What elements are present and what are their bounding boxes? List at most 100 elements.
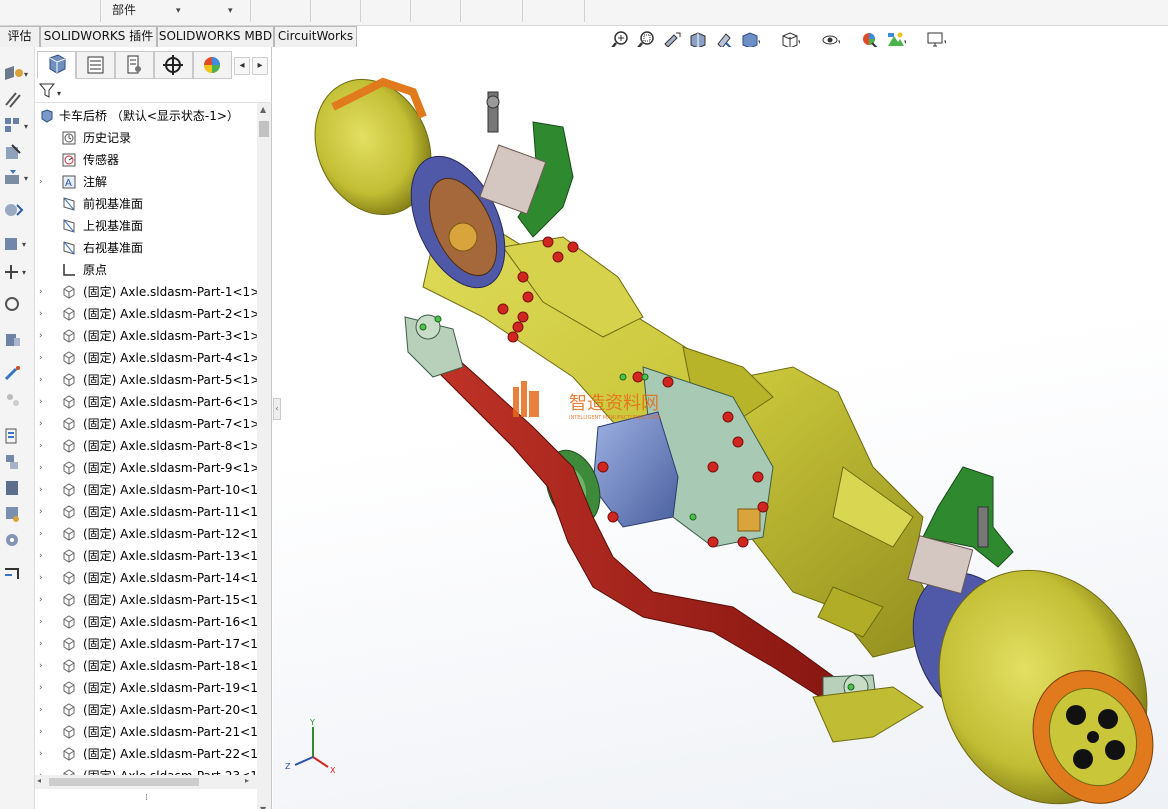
tree-horizontal-scrollbar[interactable]: ◂ ▸ (35, 775, 257, 789)
tree-item[interactable]: › (固定) Axle.sldasm-Part-13<1> (35, 545, 257, 567)
tree-item[interactable]: › (固定) Axle.sldasm-Part-2<1> (35, 303, 257, 325)
scroll-down-icon[interactable]: ▼ (260, 805, 266, 809)
ribbon-button-cut[interactable] (0, 0, 30, 22)
expand-arrow-icon[interactable]: › (39, 457, 49, 479)
expand-arrow-icon[interactable]: › (39, 391, 49, 413)
expand-arrow-icon[interactable]: › (39, 501, 49, 523)
scrollbar-thumb[interactable] (259, 121, 269, 137)
tree-item[interactable]: › (固定) Axle.sldasm-Part-4<1> (35, 347, 257, 369)
tab-circuitworks[interactable]: CircuitWorks (274, 26, 357, 47)
tree-vertical-scrollbar[interactable]: ▲ ▼ (257, 103, 271, 809)
tab-display-manager[interactable] (193, 51, 232, 79)
show-hidden-icon[interactable]: ▾ (2, 233, 30, 255)
scroll-up-icon[interactable]: ▲ (260, 105, 266, 114)
expand-arrow-icon[interactable]: › (39, 545, 49, 567)
tree-item[interactable]: › (固定) Axle.sldasm-Part-7<1> (35, 413, 257, 435)
insert-component-icon[interactable]: ▾ (2, 167, 30, 189)
tab-dimxpert-manager[interactable] (154, 51, 193, 79)
lower-arm[interactable] (812, 686, 924, 743)
expand-arrow-icon[interactable]: › (39, 347, 49, 369)
interference-detection-icon[interactable] (2, 477, 30, 499)
move-component-icon[interactable] (2, 199, 30, 221)
expand-arrow-icon[interactable]: › (39, 171, 49, 193)
tree-item[interactable]: 原点 (35, 259, 257, 281)
graphics-area[interactable]: 智造资料网 INTELLIGENT MANUFACTURING DATA Y X… (273, 47, 1168, 809)
tree-item[interactable]: › (固定) Axle.sldasm-Part-12<1> (35, 523, 257, 545)
tree-item[interactable]: › (固定) Axle.sldasm-Part-8<1> (35, 435, 257, 457)
right-bracket[interactable] (907, 466, 1014, 595)
expand-arrow-icon[interactable]: › (39, 413, 49, 435)
tree-item[interactable]: › (固定) Axle.sldasm-Part-18<1> (35, 655, 257, 677)
panel-collapse-handle[interactable]: ‹ (273, 398, 281, 420)
tree-item[interactable]: › (固定) Axle.sldasm-Part-17<1> (35, 633, 257, 655)
tree-item[interactable]: 传感器 (35, 149, 257, 171)
exploded-view-icon[interactable] (2, 329, 30, 351)
tab-property-manager[interactable] (76, 51, 115, 79)
instant3d-icon[interactable] (2, 363, 30, 385)
filter-icon[interactable]: ▾ (39, 83, 65, 99)
tab-solidworks-mbd[interactable]: SOLIDWORKS MBD (157, 26, 274, 47)
expand-arrow-icon[interactable]: › (39, 435, 49, 457)
reference-geometry-icon[interactable]: ▾ (2, 261, 30, 283)
expand-arrow-icon[interactable]: › (39, 567, 49, 589)
tab-evaluate[interactable]: 评估 (0, 26, 40, 47)
ribbon-assembly-label[interactable]: 部件 (112, 1, 136, 23)
tab-feature-manager[interactable] (37, 51, 76, 79)
tree-item[interactable]: › (固定) Axle.sldasm-Part-1<1> (35, 281, 257, 303)
tree-item[interactable]: › (固定) Axle.sldasm-Part-10<1> (35, 479, 257, 501)
expand-arrow-icon[interactable]: › (39, 369, 49, 391)
tree-item[interactable]: › (固定) Axle.sldasm-Part-16<1> (35, 611, 257, 633)
expand-arrow-icon[interactable]: › (39, 479, 49, 501)
tree-item[interactable]: › (固定) Axle.sldasm-Part-14<1> (35, 567, 257, 589)
tree-item[interactable]: › (固定) Axle.sldasm-Part-22<1> (35, 743, 257, 765)
expand-arrow-icon[interactable]: › (39, 281, 49, 303)
update-speedpak-icon[interactable] (2, 389, 30, 411)
expand-arrow-icon[interactable]: › (39, 699, 49, 721)
tree-item[interactable]: › (固定) Axle.sldasm-Part-3<1> (35, 325, 257, 347)
expand-arrow-icon[interactable]: › (39, 655, 49, 677)
tree-item[interactable]: 历史记录 (35, 127, 257, 149)
bill-of-materials-icon[interactable] (2, 293, 30, 315)
expand-arrow-icon[interactable]: › (39, 523, 49, 545)
smart-mates-icon[interactable]: ▾ (2, 63, 30, 85)
tree-item[interactable]: 前视基准面 (35, 193, 257, 215)
tree-item[interactable]: › (固定) Axle.sldasm-Part-11<1> (35, 501, 257, 523)
tab-configuration-manager[interactable] (115, 51, 154, 79)
panel-resize-grip-icon[interactable]: ⁞ (145, 793, 148, 803)
expand-arrow-icon[interactable]: › (39, 611, 49, 633)
expand-arrow-icon[interactable]: › (39, 721, 49, 743)
hole-alignment-icon[interactable] (2, 529, 30, 551)
large-assembly-mode-icon[interactable] (2, 451, 30, 473)
component-pattern-icon[interactable]: ▾ (2, 115, 30, 137)
expand-arrow-icon[interactable]: › (39, 303, 49, 325)
tree-item[interactable]: › (固定) Axle.sldasm-Part-9<1> (35, 457, 257, 479)
clearance-verification-icon[interactable] (2, 503, 30, 525)
tab-solidworks-addins[interactable]: SOLIDWORKS 插件 (40, 26, 157, 47)
tree-item[interactable]: › (固定) Axle.sldasm-Part-6<1> (35, 391, 257, 413)
tree-item[interactable]: 上视基准面 (35, 215, 257, 237)
scroll-left-icon[interactable]: ◂ (37, 776, 41, 785)
take-snapshot-icon[interactable] (2, 425, 30, 447)
dropdown-arrow-icon[interactable]: ▾ (176, 6, 181, 28)
dropdown-arrow-icon[interactable]: ▾ (228, 6, 233, 28)
linear-pattern-icon[interactable] (2, 89, 30, 111)
tree-item[interactable]: 右视基准面 (35, 237, 257, 259)
tree-item[interactable]: › (固定) Axle.sldasm-Part-19<1> (35, 677, 257, 699)
expand-arrow-icon[interactable]: › (39, 325, 49, 347)
expand-arrow-icon[interactable]: › (39, 633, 49, 655)
expand-arrow-icon[interactable]: › (39, 589, 49, 611)
tree-root-assembly[interactable]: 卡车后桥 （默认<显示状态-1>） (35, 105, 257, 127)
expand-arrow-icon[interactable]: › (39, 677, 49, 699)
tree-item[interactable]: › (固定) Axle.sldasm-Part-20<1> (35, 699, 257, 721)
assembly-visualization-icon[interactable] (2, 563, 30, 585)
edit-component-icon[interactable] (2, 141, 30, 163)
scrollbar-thumb[interactable] (49, 778, 199, 786)
tree-item[interactable]: › A 注解 (35, 171, 257, 193)
axle-3d-model[interactable]: 智造资料网 INTELLIGENT MANUFACTURING DATA Y X… (273, 47, 1168, 809)
tree-item[interactable]: › (固定) Axle.sldasm-Part-15<1> (35, 589, 257, 611)
tree-item[interactable]: › (固定) Axle.sldasm-Part-21<1> (35, 721, 257, 743)
expand-arrow-icon[interactable]: › (39, 743, 49, 765)
tabs-scroll-right-button[interactable]: ▸ (252, 57, 268, 75)
tree-item[interactable]: › (固定) Axle.sldasm-Part-5<1> (35, 369, 257, 391)
scroll-right-icon[interactable]: ▸ (245, 776, 249, 785)
